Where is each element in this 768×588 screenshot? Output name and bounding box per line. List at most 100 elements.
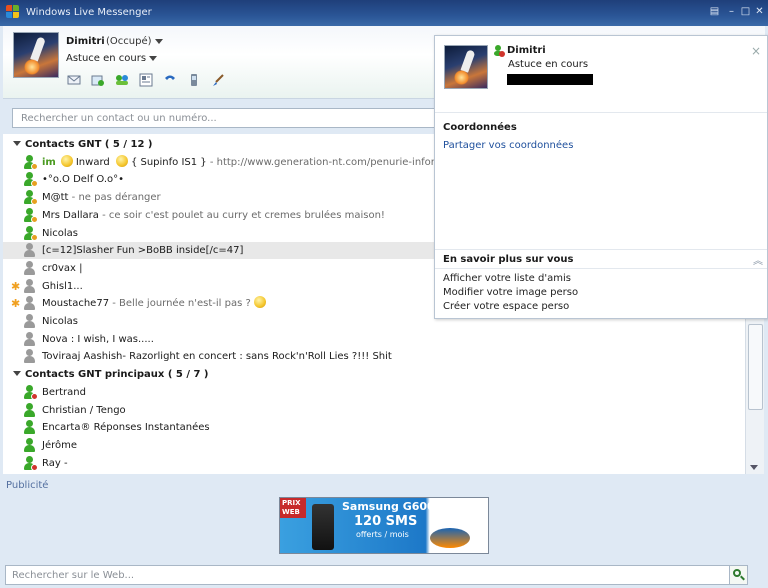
news-icon[interactable] [139, 73, 153, 87]
away-status-icon [23, 208, 38, 223]
profile-status[interactable]: (Occupé) [106, 36, 163, 47]
contact-name: Ghisl1... [42, 281, 83, 292]
contact-extra: { Supinfo IS1 } [130, 157, 207, 168]
ad-headline: 120 SMS [354, 514, 418, 529]
profile-name[interactable]: Dimitri [66, 36, 105, 47]
group-header[interactable]: Contacts GNT principaux ( 5 / 7 ) [3, 366, 745, 383]
options-icon[interactable]: ▤ [709, 6, 720, 17]
contact-row[interactable]: Nova : I wish, I was..... [3, 331, 745, 348]
card-message: Astuce en cours [508, 59, 589, 70]
minimize-button[interactable]: – [726, 6, 737, 17]
online-status-icon [23, 438, 38, 453]
online-status-icon [23, 420, 38, 435]
ad-label: Publicité [6, 480, 49, 491]
offline-status-icon [23, 279, 38, 294]
scroll-down-icon[interactable] [750, 465, 758, 470]
contact-name: M@tt [42, 192, 69, 203]
contact-name: Nova : I wish, I was..... [42, 334, 154, 345]
contact-name: Encarta® Réponses Instantanées [42, 422, 210, 433]
contact-name: Inward [75, 157, 110, 168]
away-status-icon [23, 172, 38, 187]
coordinates-heading: Coordonnées [443, 122, 517, 133]
im-icon: im [42, 157, 56, 168]
create-space-link[interactable]: Créer votre espace perso [443, 301, 569, 312]
away-status-icon [23, 155, 38, 170]
chevron-down-icon [13, 371, 21, 376]
offline-status-icon [23, 349, 38, 364]
bouygues-logo-icon [430, 528, 470, 548]
ad-brand: Samsung G600 [342, 500, 435, 513]
search-button[interactable] [729, 565, 748, 585]
share-coordinates-link[interactable]: Partager vos coordonnées [443, 140, 573, 151]
busy-status-icon [494, 45, 505, 57]
maximize-button[interactable]: □ [740, 6, 751, 17]
window-title: Windows Live Messenger [26, 7, 152, 18]
contact-row[interactable]: Jérôme [3, 437, 745, 454]
title-bar: Windows Live Messenger ▤ – □ ✕ [0, 0, 768, 26]
chevron-down-icon [13, 141, 21, 146]
contact-name: [c=12]Slasher Fun >BoBB inside[/c=47] [42, 245, 244, 256]
group-label: Contacts GNT ( 5 / 12 ) [25, 139, 153, 150]
view-friends-link[interactable]: Afficher votre liste d'amis [443, 273, 571, 284]
away-status-icon [23, 226, 38, 241]
phone-icon[interactable] [163, 73, 177, 87]
messenger-window: Windows Live Messenger ▤ – □ ✕ Dimitri (… [0, 0, 768, 588]
ad-banner[interactable]: PRIX WEB Samsung G600 120 SMS offerts / … [279, 497, 489, 554]
offline-status-icon [23, 243, 38, 258]
busy-status-icon [23, 456, 38, 471]
offline-status-icon [23, 261, 38, 276]
contact-name: Nicolas [42, 316, 78, 327]
chevron-down-icon [154, 38, 163, 44]
contact-row[interactable]: Ray - [3, 455, 745, 472]
ad-offer: offerts / mois [356, 530, 409, 539]
contact-name: Nicolas [42, 228, 78, 239]
windows-logo-icon [6, 5, 20, 19]
card-avatar [444, 45, 488, 89]
offline-status-icon [23, 314, 38, 329]
offline-status-icon [23, 332, 38, 347]
star-icon: ✱ [11, 280, 21, 293]
contact-name: Bertrand [42, 387, 86, 398]
personal-message[interactable]: Astuce en cours [66, 53, 158, 64]
contact-name: cr0vax | [42, 263, 83, 274]
smiley-icon [253, 296, 266, 308]
online-status-icon [23, 403, 38, 418]
mobile-icon[interactable] [187, 73, 201, 87]
contact-name: Toviraaj Aashish- Razorlight en concert … [42, 351, 392, 362]
contact-name: Mrs Dallara [42, 210, 99, 221]
smiley-icon [115, 155, 128, 167]
avatar[interactable] [13, 32, 59, 78]
profile-card: × Dimitri Astuce en cours Coordonnées Pa… [434, 35, 768, 319]
group-label: Contacts GNT principaux ( 5 / 7 ) [25, 369, 209, 380]
card-name: Dimitri [507, 45, 546, 56]
busy-status-icon [23, 385, 38, 400]
mail-icon[interactable] [67, 73, 81, 87]
contact-row[interactable]: Bertrand [3, 384, 745, 401]
photo-icon[interactable] [91, 73, 105, 87]
contact-row[interactable]: Encarta® Réponses Instantanées [3, 419, 745, 436]
chevron-up-icon[interactable]: ︽ [753, 252, 763, 267]
close-button[interactable]: ✕ [754, 6, 765, 17]
paint-brush-icon[interactable] [211, 73, 225, 87]
redacted-bar [507, 74, 593, 85]
contact-name: Jérôme [42, 440, 78, 451]
contacts-icon[interactable] [115, 73, 129, 87]
contact-message: - ce soir c'est poulet au curry et creme… [98, 210, 385, 221]
smiley-icon [60, 155, 73, 167]
star-icon: ✱ [11, 297, 21, 310]
web-search-input[interactable]: Rechercher sur le Web... [5, 565, 748, 585]
contact-name: Moustache77 [42, 298, 110, 309]
chevron-down-icon [149, 55, 158, 61]
phone-image [312, 504, 334, 550]
away-status-icon [23, 190, 38, 205]
contact-row[interactable]: Christian / Tengo [3, 402, 745, 419]
about-you-heading: En savoir plus sur vous [443, 254, 574, 265]
scrollbar-thumb[interactable] [748, 324, 763, 410]
ad-corner: PRIX WEB [280, 498, 306, 518]
card-close-icon[interactable]: × [751, 44, 761, 58]
contact-row[interactable]: Toviraaj Aashish- Razorlight en concert … [3, 348, 745, 365]
edit-photo-link[interactable]: Modifier votre image perso [443, 287, 578, 298]
contact-message: - Belle journée n'est-il pas ? [109, 298, 251, 309]
contact-name: Christian / Tengo [42, 405, 126, 416]
contact-name: Ray - [42, 458, 68, 469]
